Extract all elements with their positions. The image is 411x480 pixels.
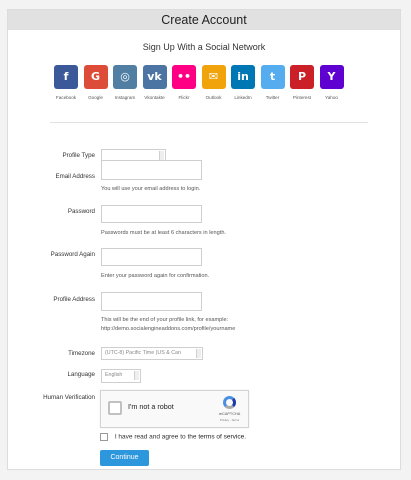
email-label: Email Address	[55, 173, 95, 180]
agree-terms-row: I have read and agree to the terms of se…	[100, 433, 246, 441]
password-again-hint: Enter your password again for confirmati…	[101, 273, 210, 279]
agree-suffix: .	[244, 433, 246, 441]
instagram-icon: ◎	[113, 65, 137, 89]
profile-address-hint-line2: http://demo.socialengineaddons.com/profi…	[101, 326, 236, 332]
social-yahoo-button[interactable]: Y Yahoo	[319, 65, 344, 100]
agree-checkbox[interactable]	[100, 433, 108, 441]
social-instagram-button[interactable]: ◎ Instagram	[113, 65, 137, 100]
email-hint: You will use your email address to login…	[101, 186, 201, 192]
continue-button[interactable]: Continue	[100, 450, 149, 466]
password-field[interactable]	[101, 205, 202, 223]
facebook-icon: f	[54, 65, 78, 89]
panel-title: Create Account	[8, 10, 400, 30]
recaptcha-widget: I'm not a robot reCAPTCHA Privacy - Term…	[100, 390, 249, 428]
timezone-label: Timezone	[68, 350, 95, 357]
recaptcha-brand: reCAPTCHA	[218, 412, 241, 416]
divider	[50, 122, 368, 123]
agree-text: I have read and agree to the	[114, 433, 197, 441]
language-value: English	[105, 372, 123, 378]
social-title: Sign Up With a Social Network	[142, 42, 266, 52]
social-facebook-button[interactable]: f Facebook	[54, 65, 78, 100]
timezone-value: (UTC-8) Pacific Time (US & Can	[105, 350, 181, 356]
vkontakte-icon: vk	[142, 65, 167, 89]
profile-address-label: Profile Address	[53, 296, 95, 303]
recaptcha-logo-icon	[223, 396, 236, 409]
social-twitter-button[interactable]: t Twitter	[260, 65, 285, 100]
chevron-down-icon	[134, 371, 139, 380]
language-label: Language	[67, 371, 95, 378]
password-again-label: Password Again	[50, 251, 95, 258]
yahoo-icon: Y	[319, 65, 344, 89]
password-hint: Passwords must be at least 6 characters …	[101, 230, 226, 236]
pinterest-icon: P	[290, 65, 314, 89]
google-icon: G	[83, 65, 108, 89]
social-outlook-button[interactable]: ✉ Outlook	[201, 65, 226, 100]
human-verification-label: Human Verification	[43, 394, 95, 401]
social-google-button[interactable]: G Google	[83, 65, 108, 100]
social-label: Yahoo	[325, 95, 338, 100]
flickr-icon: ••	[172, 65, 196, 89]
recaptcha-terms: Privacy - Terms	[219, 418, 240, 422]
profile-type-label: Profile Type	[62, 152, 95, 159]
password-again-field[interactable]	[101, 248, 202, 266]
password-label: Password	[67, 208, 95, 215]
social-linkedin-button[interactable]: in LinkedIn	[231, 65, 255, 100]
timezone-select[interactable]: (UTC-8) Pacific Time (US & Can	[101, 347, 203, 360]
terms-link[interactable]: terms of service	[198, 434, 244, 441]
social-pinterest-button[interactable]: P Pinterest	[290, 65, 314, 100]
linkedin-icon: in	[231, 65, 255, 89]
social-flickr-button[interactable]: •• Flickr	[172, 65, 196, 100]
profile-address-hint: This will be the end of your profile lin…	[101, 316, 235, 334]
social-vkontakte-button[interactable]: vk Vkontakte	[142, 65, 167, 100]
chevron-down-icon	[196, 349, 201, 358]
profile-address-field[interactable]	[101, 292, 202, 311]
twitter-icon: t	[260, 65, 285, 89]
profile-address-hint-line1: This will be the end of your profile lin…	[101, 317, 229, 323]
language-select[interactable]: English	[101, 369, 141, 383]
recaptcha-text: I'm not a robot	[128, 402, 174, 411]
chevron-down-icon	[159, 151, 164, 160]
email-field[interactable]	[101, 160, 202, 180]
outlook-icon: ✉	[201, 65, 226, 89]
recaptcha-checkbox[interactable]	[108, 401, 122, 415]
